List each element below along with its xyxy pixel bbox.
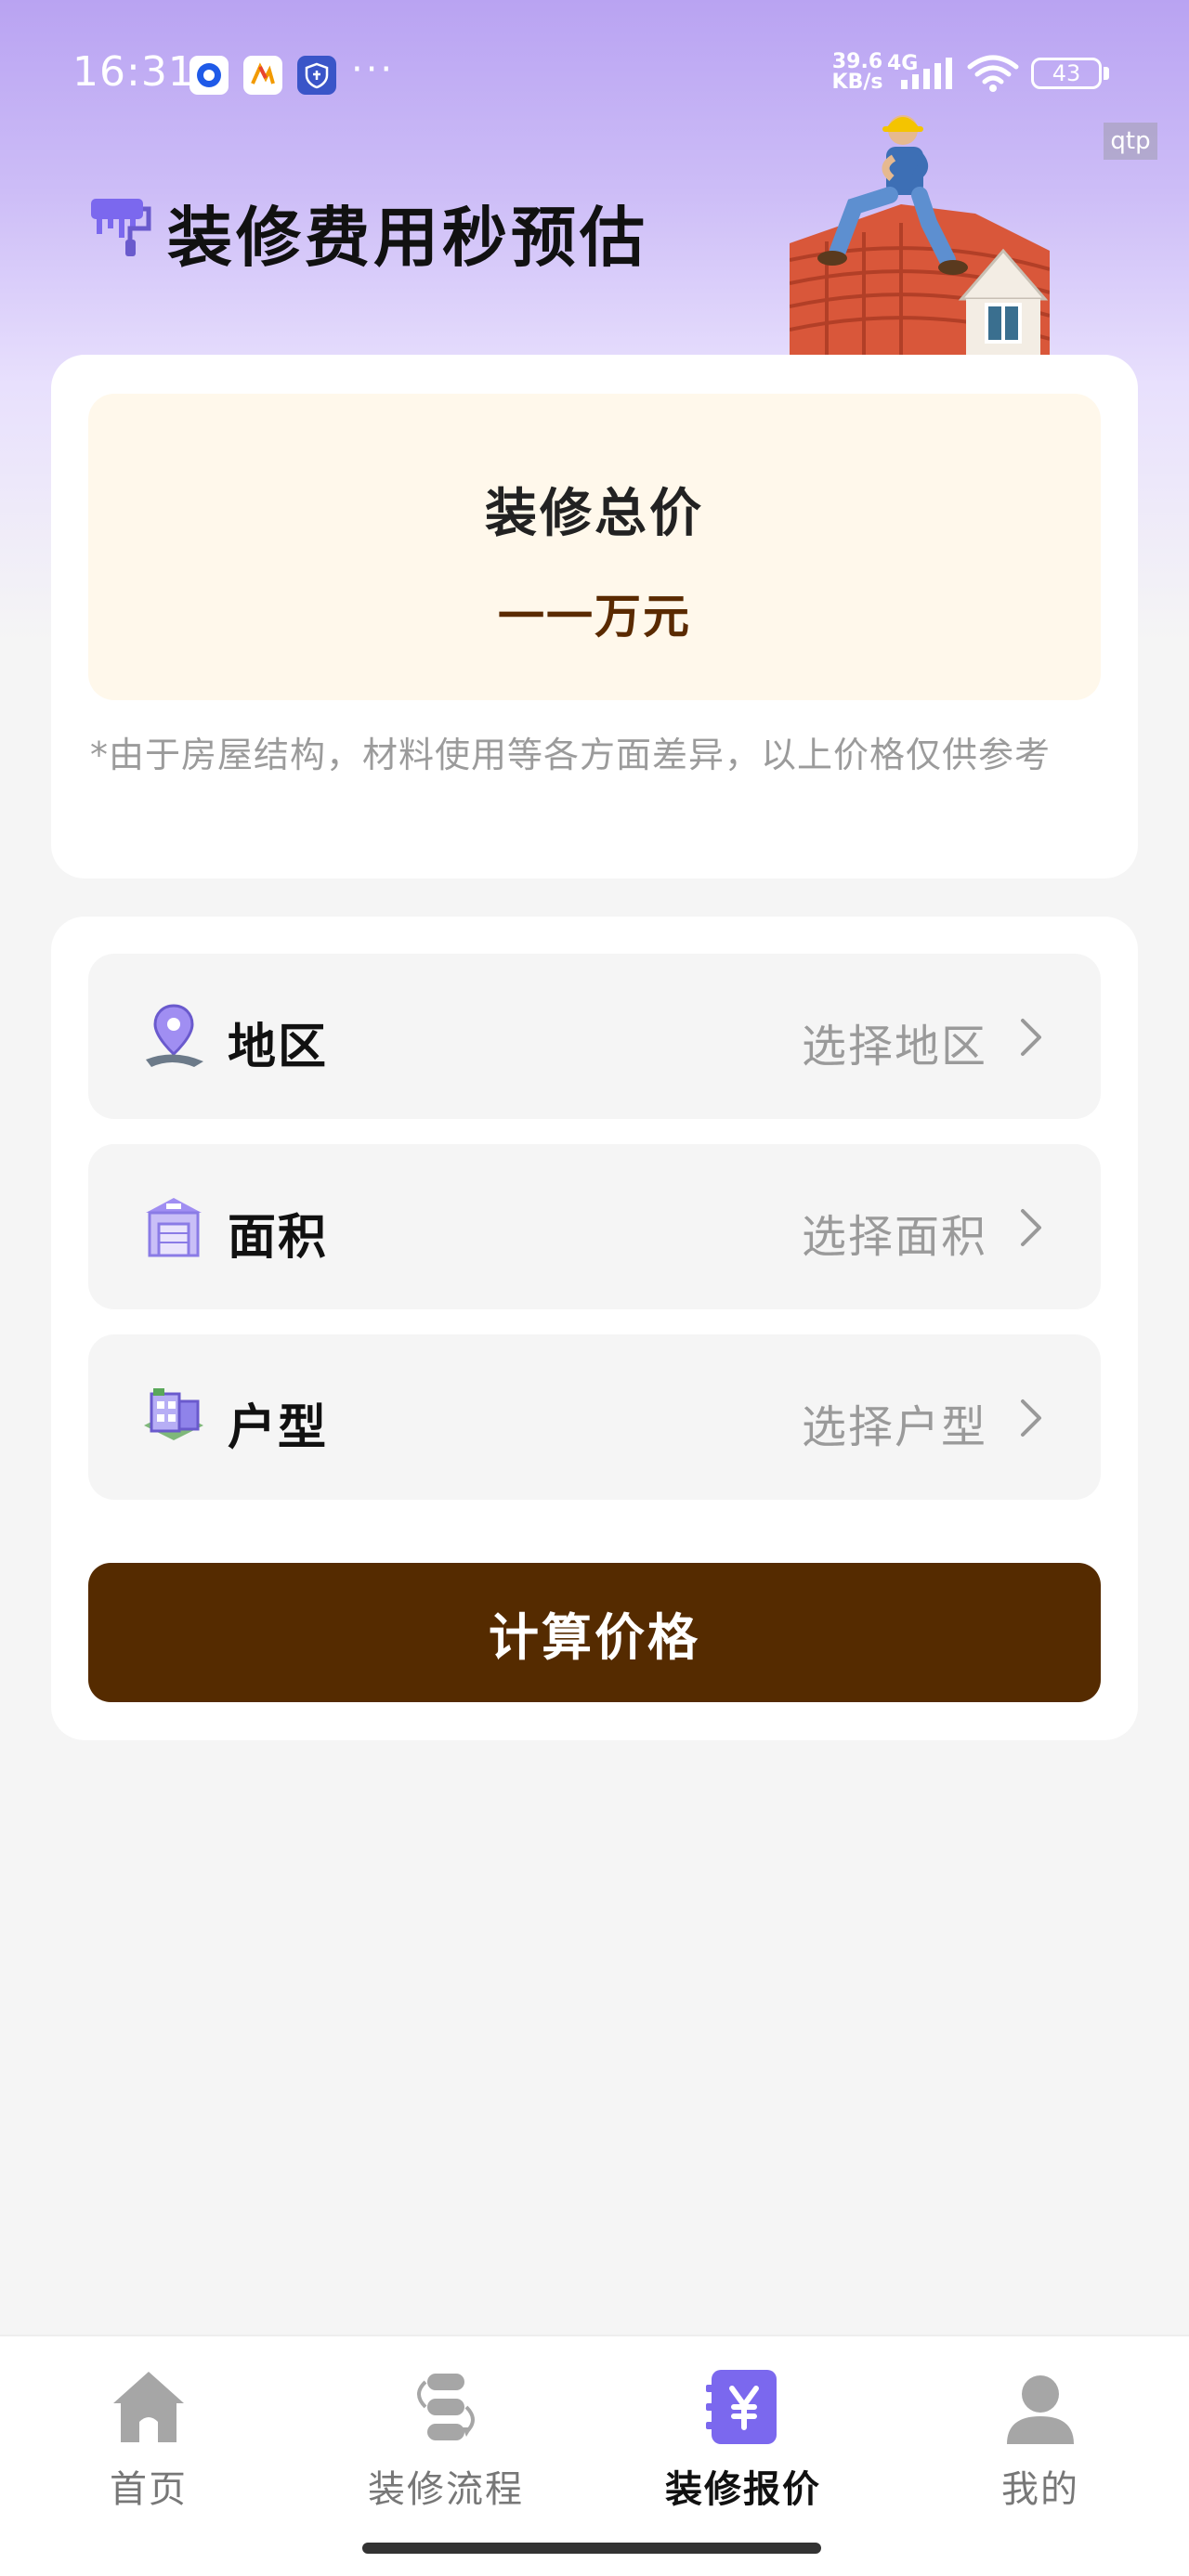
network-speed-value: 39.6: [831, 50, 883, 73]
bottom-nav: 首页 装修流程 装修报价 我的: [0, 2335, 1189, 2576]
chevron-right-icon: [1021, 1019, 1041, 1056]
network-speed-unit: KB/s: [831, 71, 883, 94]
battery-tip: [1104, 67, 1109, 80]
debug-tag: qtp: [1104, 123, 1157, 160]
process-flow-icon: [417, 2374, 475, 2440]
chevron-right-icon: [1021, 1209, 1041, 1246]
estimate-form-card: 地区 选择地区 面积 选择面积 户型 选择户型 计算价格: [51, 917, 1138, 1740]
house-layout-icon: [144, 1388, 203, 1440]
signal-icon: [901, 58, 952, 89]
more-notifications-icon: ···: [351, 48, 396, 91]
total-price-box: 装修总价 一一万元: [88, 394, 1101, 700]
layout-row[interactable]: 户型 选择户型: [88, 1334, 1101, 1500]
wifi-icon: [967, 55, 1019, 92]
paint-roller-icon: [91, 199, 151, 256]
home-icon: [113, 2372, 184, 2442]
nav-item-quote[interactable]: 装修报价: [594, 2336, 892, 2522]
region-row[interactable]: 地区 选择地区: [88, 954, 1101, 1119]
app-notification-icon: [243, 56, 282, 95]
total-price-card: 装修总价 一一万元 *由于房屋结构，材料使用等各方面差异，以上价格仅供参考: [51, 355, 1138, 878]
layout-label: 户型: [228, 1400, 329, 1456]
network-speed: 39.6 KB/s: [830, 52, 885, 93]
page-title: 装修费用秒预估: [167, 200, 648, 276]
region-value: 选择地区: [801, 1021, 987, 1073]
nav-item-profile[interactable]: 我的: [892, 2336, 1189, 2522]
area-value: 选择面积: [801, 1211, 987, 1263]
nav-label-process: 装修流程: [368, 2468, 524, 2511]
price-disclaimer: *由于房屋结构，材料使用等各方面差异，以上价格仅供参考: [90, 735, 1052, 775]
total-price-title: 装修总价: [485, 484, 704, 544]
chevron-right-icon: [1021, 1399, 1041, 1437]
location-pin-icon: [146, 1004, 203, 1067]
nav-label-home: 首页: [110, 2468, 188, 2511]
calculate-price-button[interactable]: 计算价格: [88, 1563, 1101, 1702]
home-indicator[interactable]: [362, 2543, 821, 2554]
area-row[interactable]: 面积 选择面积: [88, 1144, 1101, 1309]
shield-icon: [297, 56, 336, 95]
nav-label-quote: 装修报价: [665, 2468, 821, 2511]
nav-item-home[interactable]: 首页: [0, 2336, 297, 2522]
nav-label-profile: 我的: [1001, 2468, 1079, 2511]
yen-quote-icon: [706, 2370, 777, 2444]
worker-on-roof-illustration: [790, 115, 1050, 355]
building-icon: [146, 1198, 202, 1257]
area-label: 面积: [228, 1210, 329, 1266]
layout-value: 选择户型: [801, 1401, 987, 1453]
region-label: 地区: [228, 1020, 329, 1075]
nav-item-process[interactable]: 装修流程: [297, 2336, 594, 2522]
user-icon: [1007, 2375, 1074, 2444]
battery-indicator: 43: [1031, 58, 1102, 89]
app-notification-icon: [189, 56, 229, 95]
total-price-value: 一一万元: [498, 590, 691, 644]
status-time: 16:31: [72, 48, 195, 96]
